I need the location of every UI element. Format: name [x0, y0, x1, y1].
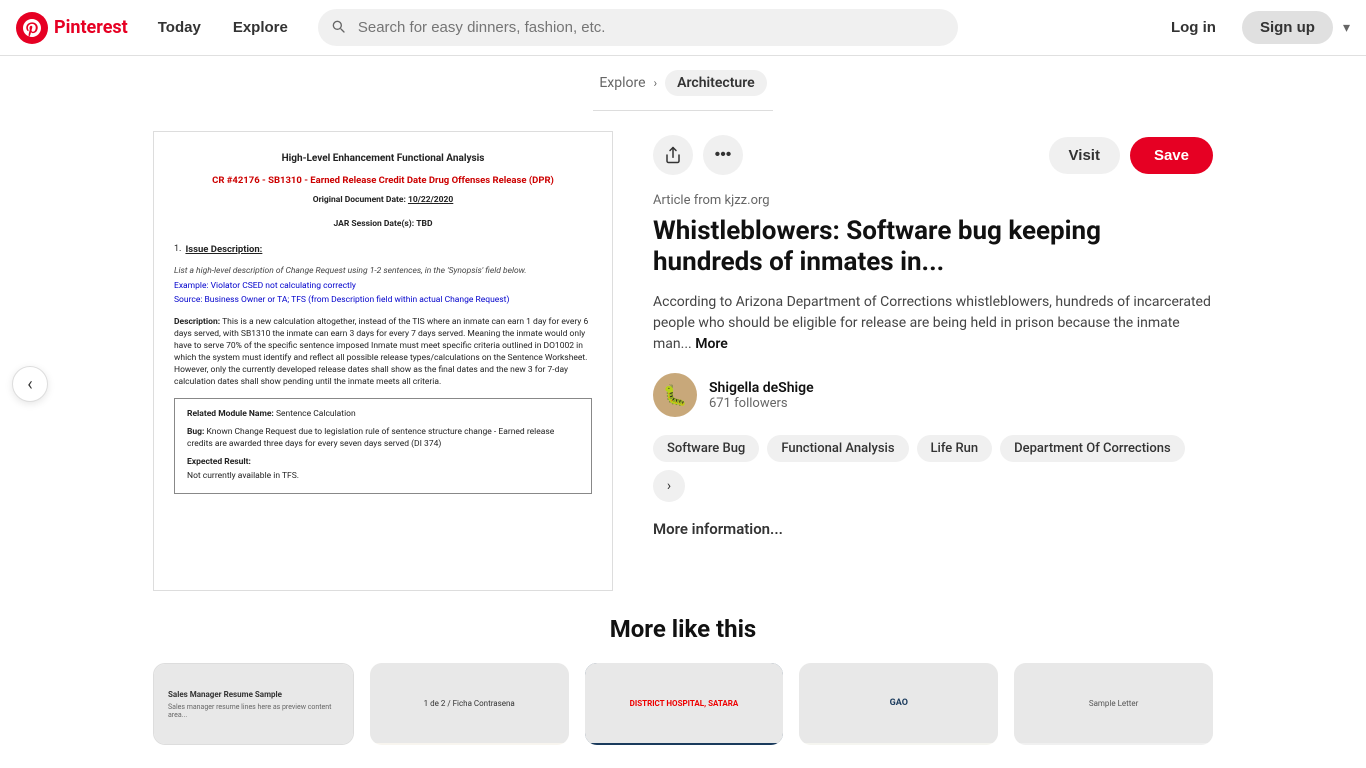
doc-expected-label: Expected Result: — [187, 457, 579, 469]
card2-title: 1 de 2 / Ficha Contrasena — [424, 699, 515, 708]
more-card-3-content: DISTRICT HOSPITAL, SATARA — [585, 663, 784, 743]
more-card-5[interactable]: Sample Letter — [1014, 663, 1213, 745]
article-source: Article from kjzz.org — [653, 193, 1213, 208]
nav-today[interactable]: Today — [144, 11, 215, 44]
doc-desc-label: Description: — [174, 317, 220, 327]
header-search — [318, 9, 958, 46]
search-icon — [330, 18, 346, 38]
doc-expected-value: Not currently available in TFS. — [187, 471, 579, 483]
article-excerpt: According to Arizona Department of Corre… — [653, 292, 1213, 355]
doc-section-number: 1. — [174, 243, 181, 260]
doc-desc-text: This is a new calculation altogether, in… — [174, 317, 588, 386]
author-avatar-emoji: 🐛 — [663, 383, 688, 407]
doc-cr-line: CR #42176 - SB1310 - Earned Release Cred… — [174, 174, 592, 187]
doc-module-label: Related Module Name: — [187, 409, 274, 419]
nav-explore[interactable]: Explore — [219, 11, 302, 44]
author-followers: 671 followers — [709, 396, 814, 411]
search-input[interactable] — [318, 9, 958, 46]
main-container: High-Level Enhancement Functional Analys… — [133, 131, 1233, 591]
breadcrumb-explore[interactable]: Explore — [599, 75, 645, 91]
doc-bug-label: Bug: — [187, 427, 204, 437]
more-card-1-content: Sales Manager Resume Sample Sales manage… — [154, 664, 353, 744]
tag-software-bug[interactable]: Software Bug — [653, 435, 759, 462]
more-card-3[interactable]: DISTRICT HOSPITAL, SATARA — [585, 663, 784, 745]
article-panel: ••• Visit Save Article from kjzz.org Whi… — [653, 131, 1213, 591]
author-name[interactable]: Shigella deShige — [709, 380, 814, 396]
doc-issue-title: Issue Description: — [185, 243, 262, 256]
share-button[interactable] — [653, 135, 693, 175]
more-card-2-content: 1 de 2 / Ficha Contrasena — [370, 663, 569, 743]
pinterest-icon — [16, 12, 48, 44]
divider — [593, 110, 773, 111]
more-card-1[interactable]: Sales Manager Resume Sample Sales manage… — [153, 663, 354, 745]
card5-title: Sample Letter — [1089, 699, 1139, 708]
card3-title: DISTRICT HOSPITAL, SATARA — [630, 699, 739, 708]
more-card-4[interactable]: GAO — [799, 663, 998, 745]
author-avatar: 🐛 — [653, 373, 697, 417]
doc-module-row: Related Module Name: Sentence Calculatio… — [187, 409, 579, 421]
header-actions: Log in Sign up ▾ — [1155, 11, 1350, 44]
doc-bug-value: Known Change Request due to legislation … — [187, 427, 554, 449]
more-info-link[interactable]: More information... — [653, 520, 1213, 538]
header-nav: Today Explore — [144, 11, 302, 44]
doc-jar-label: JAR Session Date(s): — [334, 219, 415, 229]
breadcrumb: Explore › Architecture — [0, 56, 1366, 110]
more-like-this-grid: Sales Manager Resume Sample Sales manage… — [153, 663, 1213, 745]
doc-bug-row: Bug: Known Change Request due to legisla… — [187, 427, 579, 451]
doc-description: Description: This is a new calculation a… — [174, 317, 592, 388]
breadcrumb-arrow-icon: › — [654, 76, 658, 90]
article-title: Whistleblowers: Software bug keeping hun… — [653, 216, 1213, 278]
doc-jar: JAR Session Date(s): TBD — [174, 219, 592, 231]
chevron-down-icon[interactable]: ▾ — [1343, 20, 1350, 36]
more-like-this-title: More like this — [153, 615, 1213, 643]
more-card-2[interactable]: 1 de 2 / Ficha Contrasena — [370, 663, 569, 745]
more-card-4-content: GAO — [799, 663, 998, 743]
breadcrumb-category[interactable]: Architecture — [665, 70, 767, 96]
more-options-button[interactable]: ••• — [703, 135, 743, 175]
tags-row: Software Bug Functional Analysis Life Ru… — [653, 435, 1213, 502]
article-excerpt-text: According to Arizona Department of Corre… — [653, 294, 1211, 352]
more-card-5-content: Sample Letter — [1014, 663, 1213, 743]
article-more-link[interactable]: More — [695, 336, 728, 352]
login-button[interactable]: Log in — [1155, 11, 1232, 44]
header: Pinterest Today Explore Log in Sign up ▾ — [0, 0, 1366, 56]
tag-life-run[interactable]: Life Run — [917, 435, 993, 462]
more-options-icon: ••• — [715, 146, 732, 164]
article-actions: ••• Visit Save — [653, 135, 1213, 175]
doc-jar-value: TBD — [416, 219, 432, 229]
card1-title: Sales Manager Resume Sample — [168, 690, 339, 699]
pinterest-logo[interactable]: Pinterest — [16, 12, 128, 44]
tag-dept-corrections[interactable]: Department Of Corrections — [1000, 435, 1185, 462]
card4-title: GAO — [890, 698, 908, 708]
doc-original-date: Original Document Date: 10/22/2020 — [174, 195, 592, 207]
author-info: Shigella deShige 671 followers — [709, 380, 814, 411]
tags-more-arrow[interactable]: › — [653, 470, 685, 502]
back-arrow-button[interactable]: ‹ — [12, 366, 48, 402]
doc-module-value: Sentence Calculation — [276, 409, 356, 419]
document-preview: High-Level Enhancement Functional Analys… — [153, 131, 613, 591]
author-row: 🐛 Shigella deShige 671 followers — [653, 373, 1213, 417]
doc-title: High-Level Enhancement Functional Analys… — [174, 152, 592, 166]
doc-section-italic: List a high-level description of Change … — [174, 266, 592, 278]
pinterest-wordmark: Pinterest — [54, 17, 128, 38]
doc-section-1: 1. Issue Description: List a high-level … — [174, 243, 592, 307]
save-button[interactable]: Save — [1130, 137, 1213, 174]
doc-example: Example: Violator CSED not calculating c… — [174, 281, 592, 293]
doc-date-label: Original Document Date: — [313, 195, 406, 205]
tag-functional-analysis[interactable]: Functional Analysis — [767, 435, 908, 462]
doc-box: Related Module Name: Sentence Calculatio… — [174, 398, 592, 493]
signup-button[interactable]: Sign up — [1242, 11, 1333, 44]
doc-source: Source: Business Owner or TA; TFS (from … — [174, 295, 592, 307]
doc-date-value: 10/22/2020 — [408, 195, 453, 205]
visit-button[interactable]: Visit — [1049, 137, 1120, 174]
more-like-this-section: More like this Sales Manager Resume Samp… — [133, 591, 1233, 745]
